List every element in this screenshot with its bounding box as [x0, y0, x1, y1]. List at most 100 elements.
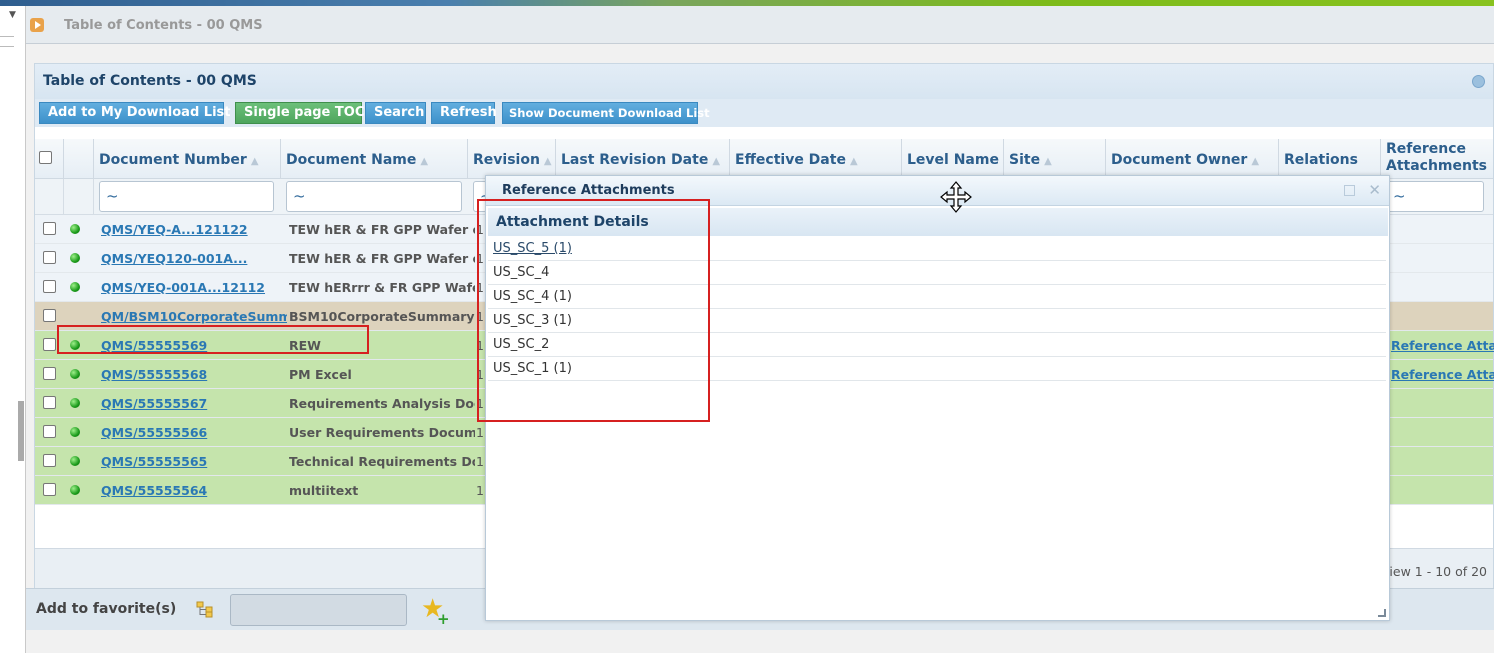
header-label: Attachments — [1386, 158, 1488, 174]
move-cursor-icon — [940, 181, 972, 213]
reference-attachments-link[interactable]: Reference Attac — [1391, 331, 1494, 360]
header-label: Effective Date — [735, 152, 846, 168]
bottom-strip — [26, 630, 1494, 653]
header-label: Document Owner — [1111, 152, 1248, 168]
sort-icon: ▲ — [1044, 156, 1052, 167]
add-to-download-list-button[interactable]: Add to My Download List — [39, 102, 230, 124]
row-checkbox[interactable] — [43, 302, 56, 331]
status-dot-icon — [70, 476, 80, 505]
status-dot-icon — [70, 447, 80, 476]
row-checkbox[interactable] — [43, 273, 56, 302]
document-number-link[interactable]: QMS/YEQ-A...121122 — [101, 215, 281, 244]
row-checkbox[interactable] — [43, 447, 56, 476]
panel-title: Table of Contents - 00 QMS — [43, 73, 257, 89]
grid-header: Document Number ▲ Document Name ▲ Revision… — [35, 139, 1493, 179]
single-page-toc-button[interactable]: Single page TOC — [235, 102, 364, 124]
header-label: Site — [1009, 152, 1041, 168]
document-number-link[interactable]: QMS/55555568 — [101, 360, 281, 389]
header-label: Last Revision Date — [561, 152, 709, 168]
sort-icon: ▲ — [712, 156, 721, 167]
header-reference-attachments[interactable]: Reference Attachments — [1381, 139, 1494, 179]
row-checkbox[interactable] — [43, 389, 56, 418]
home-play-icon[interactable] — [30, 18, 44, 32]
header-relations[interactable]: Relations — [1279, 139, 1381, 179]
document-name: TEW hER & FR GPP Wafer cha — [289, 251, 475, 266]
document-number-link[interactable]: QMS/55555566 — [101, 418, 281, 447]
header-document-number[interactable]: Document Number ▲ — [94, 139, 281, 179]
header-revision[interactable]: Revision ▲ — [468, 139, 556, 179]
resize-handle[interactable] — [1378, 609, 1386, 617]
header-document-owner[interactable]: Document Owner ▲ — [1106, 139, 1279, 179]
status-header — [64, 139, 94, 179]
row-checkbox[interactable] — [43, 476, 56, 505]
dropdown-arrow-icon[interactable]: ▼ — [9, 10, 16, 20]
document-number-link[interactable]: QMS/YEQ120-001A... — [101, 244, 281, 273]
show-download-list-button[interactable]: Show Document Download List — [502, 102, 710, 124]
header-last-revision-date[interactable]: Last Revision Date ▲ — [556, 139, 730, 179]
status-dot-icon — [70, 215, 80, 244]
status-dot-icon — [70, 244, 80, 273]
search-button[interactable]: Search — [365, 102, 426, 124]
toolbar: Add to My Download List Single page TOC … — [35, 99, 1493, 127]
sort-icon: ▲ — [420, 156, 429, 167]
status-dot-icon — [70, 389, 80, 418]
left-divider — [0, 36, 14, 47]
header-label: Level Name — [907, 152, 999, 168]
status-dot-icon — [70, 273, 80, 302]
sort-icon: ▲ — [849, 156, 858, 167]
document-name: User Requirements Document — [289, 425, 475, 440]
document-name: multiitext — [289, 483, 359, 498]
document-number-link[interactable]: QMS/55555567 — [101, 389, 281, 418]
header-label: Reference — [1386, 141, 1467, 157]
document-name: TEW hER & FR GPP Wafer cha — [289, 222, 475, 237]
row-checkbox[interactable] — [43, 244, 56, 273]
popout-icon[interactable] — [1344, 185, 1355, 196]
popup-title: Reference Attachments — [502, 183, 675, 198]
tree-icon[interactable] — [196, 601, 214, 618]
row-checkbox[interactable] — [43, 360, 56, 389]
filter-reference-attachments-input[interactable]: ~ — [1386, 181, 1484, 212]
document-name: Technical Requirements Docu — [289, 454, 475, 469]
header-document-name[interactable]: Document Name ▲ — [281, 139, 468, 179]
row-checkbox[interactable] — [43, 418, 56, 447]
revision-value: 1 — [476, 425, 484, 440]
document-number-link[interactable]: QMS/55555565 — [101, 447, 281, 476]
document-number-link[interactable]: QMS/55555564 — [101, 476, 281, 505]
collapse-icon[interactable] — [1472, 75, 1485, 88]
pager-info: iew 1 - 10 of 20 — [1389, 564, 1487, 579]
sort-icon: ▲ — [250, 156, 259, 167]
refresh-button[interactable]: Refresh — [431, 102, 497, 124]
header-site[interactable]: Site ▲ — [1004, 139, 1106, 179]
header-level-name[interactable]: Level Name▲ — [902, 139, 1004, 179]
header-label: Document Number — [99, 152, 247, 168]
document-name: TEW hERrrr & FR GPP Wafer c — [289, 280, 475, 295]
highlight-attachments-box — [477, 199, 710, 422]
select-all-header — [35, 139, 64, 179]
row-checkbox[interactable] — [43, 331, 56, 360]
reference-attachments-link[interactable]: Reference Attac — [1391, 360, 1494, 389]
filter-document-number-input[interactable]: ~ — [99, 181, 274, 212]
header-label: Document Name — [286, 152, 417, 168]
breadcrumb-item[interactable]: Table of Contents - 00 QMS — [64, 18, 263, 33]
left-scrollbar[interactable] — [18, 401, 24, 461]
header-label: Relations — [1284, 152, 1358, 168]
filter-cell — [64, 179, 94, 215]
document-number-link[interactable]: QMS/YEQ-001A...12112 — [101, 273, 281, 302]
filter-cell — [35, 179, 64, 215]
close-icon[interactable]: ✕ — [1368, 181, 1381, 199]
filter-document-name-input[interactable]: ~ — [286, 181, 462, 212]
add-to-favorites-label: Add to favorite(s) — [36, 601, 177, 617]
revision-value: 1 — [476, 483, 484, 498]
status-dot-icon — [70, 360, 80, 389]
header-effective-date[interactable]: Effective Date ▲ — [730, 139, 902, 179]
left-side-strip: ▼ — [0, 6, 26, 653]
panel-header: Table of Contents - 00 QMS — [35, 64, 1493, 99]
add-favorite-star-icon[interactable]: ★ + — [421, 596, 450, 628]
document-name: PM Excel — [289, 367, 352, 382]
header-label: Revision — [473, 152, 540, 168]
status-dot-icon — [70, 418, 80, 447]
favorite-input[interactable] — [230, 594, 407, 626]
row-checkbox[interactable] — [43, 215, 56, 244]
select-all-checkbox[interactable] — [39, 151, 52, 164]
document-name: Requirements Analysis Docum — [289, 396, 475, 411]
